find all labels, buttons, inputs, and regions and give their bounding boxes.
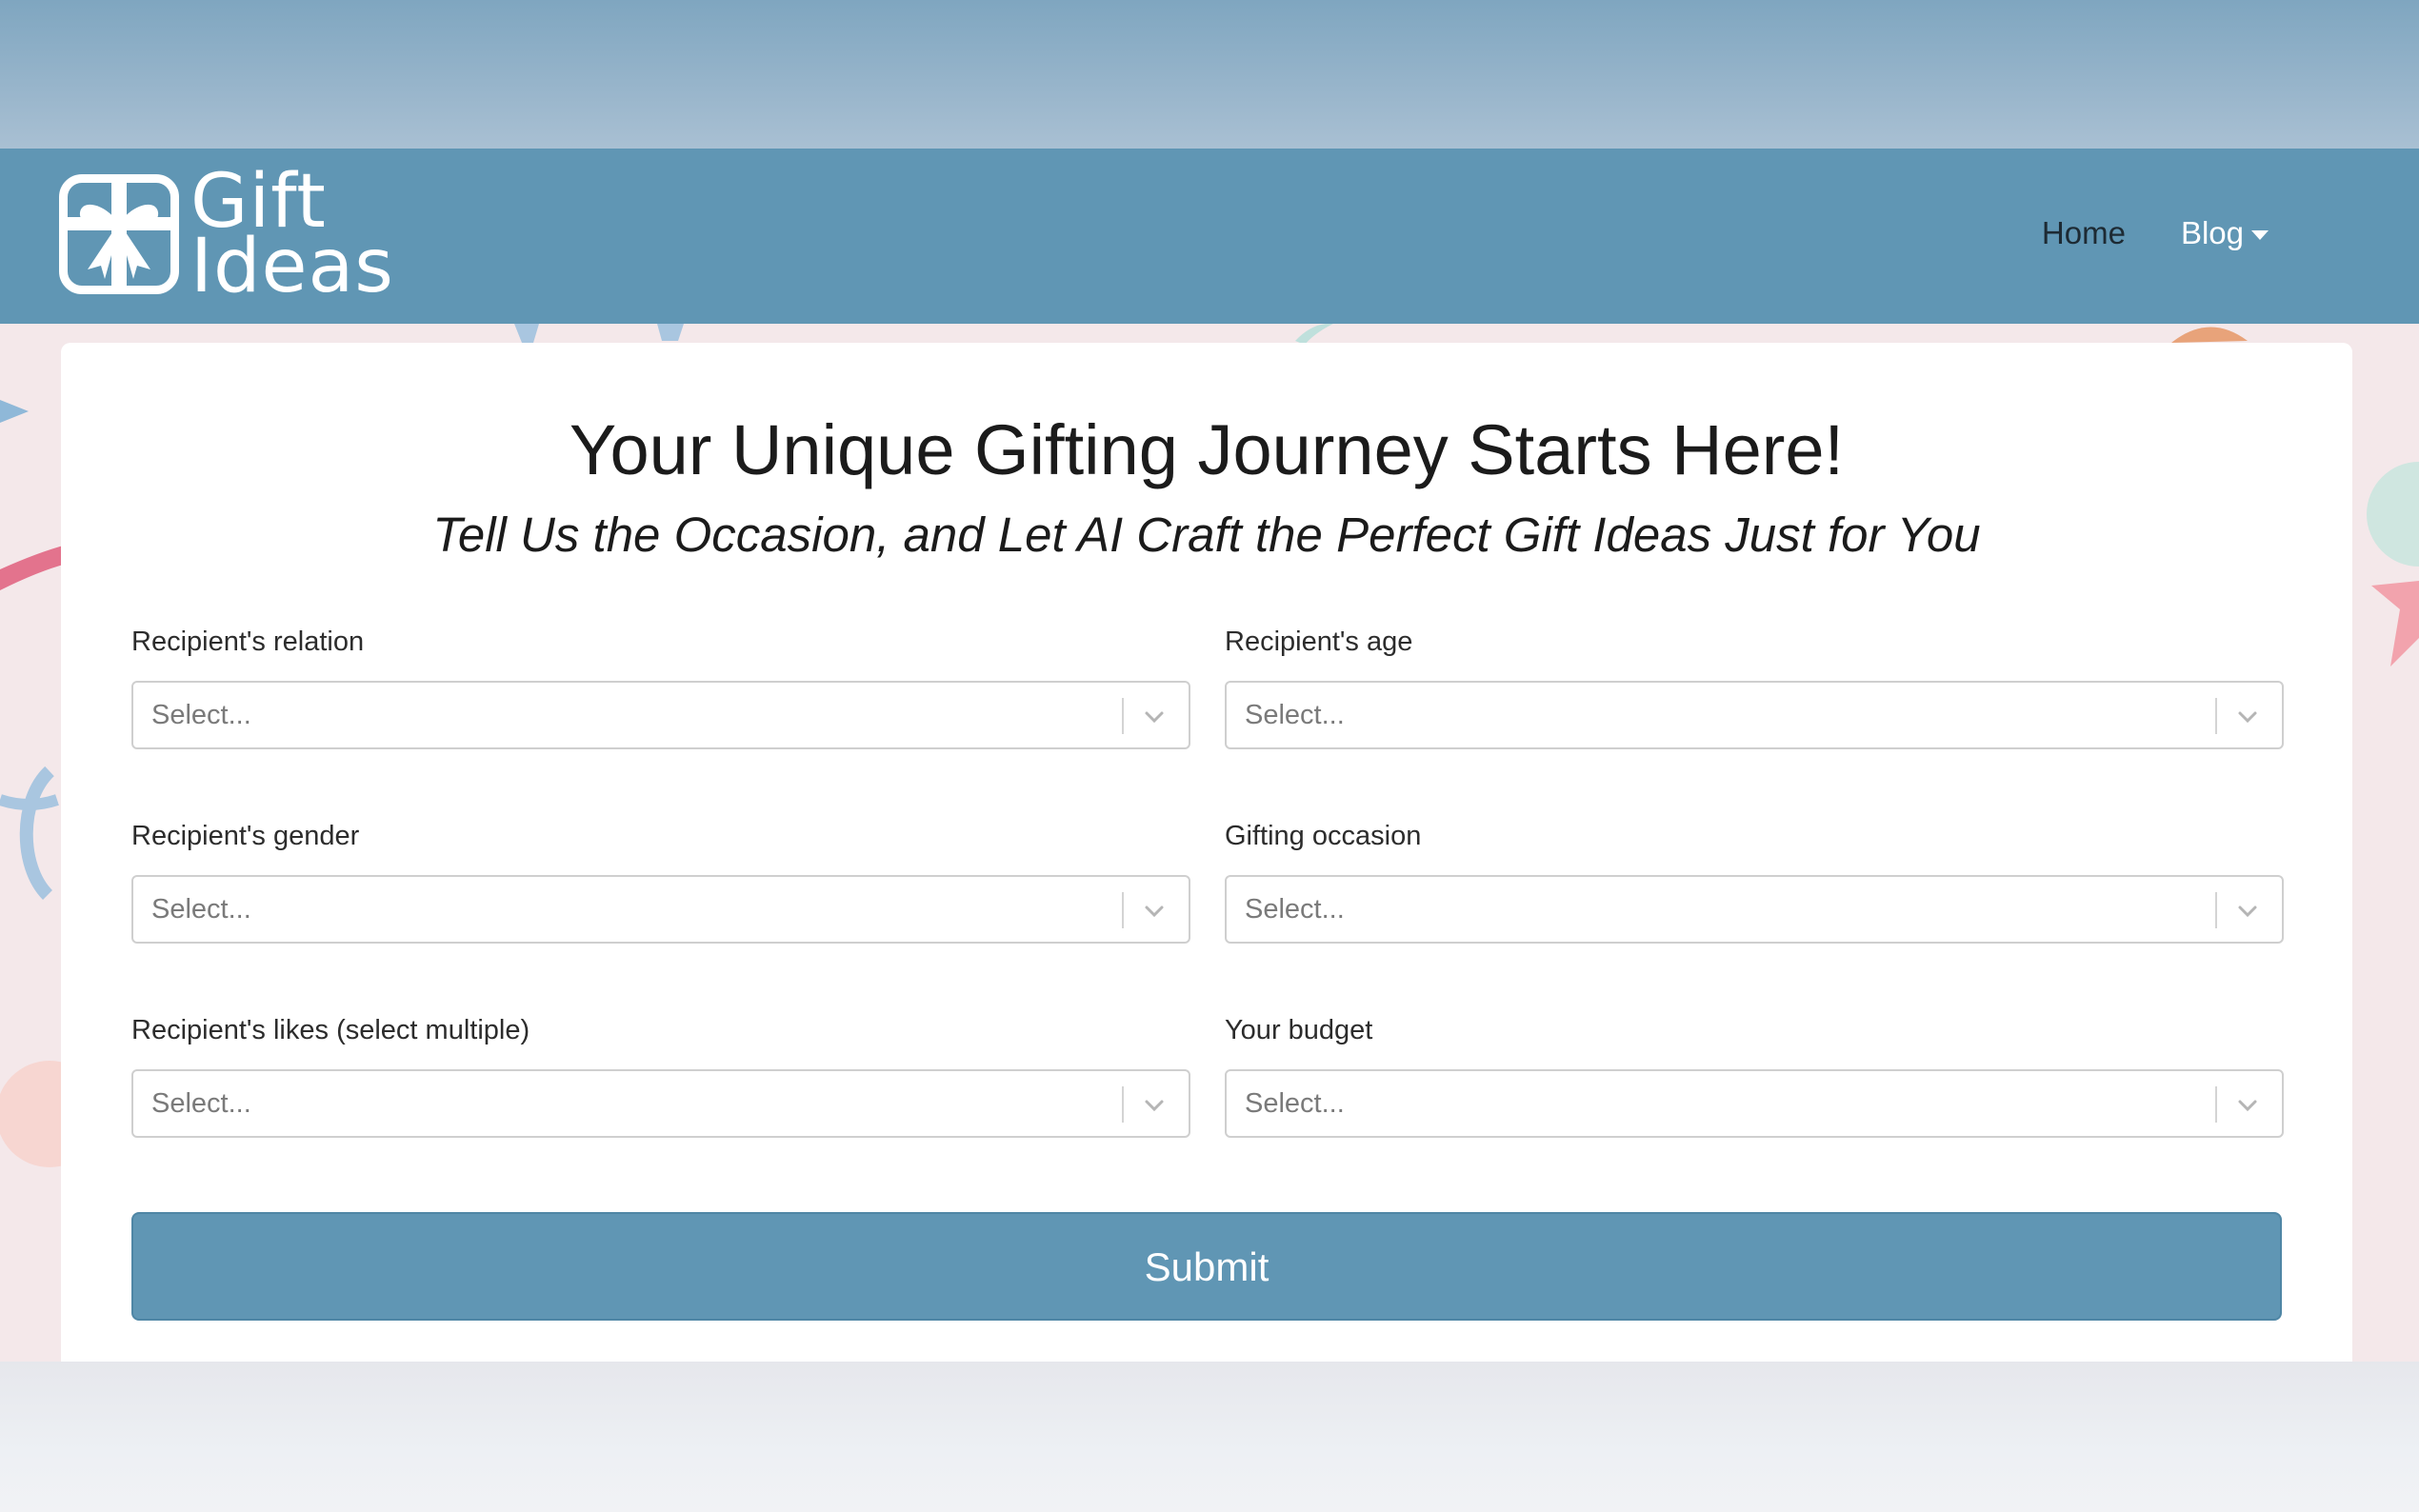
select-placeholder: Select... (151, 700, 251, 730)
select-separator (1122, 698, 1124, 734)
field-label: Recipient's gender (131, 821, 360, 851)
select-separator (2215, 1086, 2217, 1123)
chevron-down-icon[interactable] (1141, 704, 1168, 735)
select-placeholder: Select... (1245, 700, 1345, 730)
field-your-budget: Your budget Select... (1225, 1015, 2284, 1138)
select-separator (1122, 892, 1124, 928)
field-recipient-likes: Recipient's likes (select multiple) Sele… (131, 1015, 1190, 1138)
brand-logo[interactable]: Gift Ideas (59, 165, 411, 309)
caret-down-icon (2251, 230, 2269, 240)
recipient-relation-select[interactable]: Select... (131, 681, 1190, 749)
select-placeholder: Select... (151, 1088, 251, 1119)
select-separator (1122, 1086, 1124, 1123)
field-label: Gifting occasion (1225, 821, 1422, 851)
field-recipient-relation: Recipient's relation Select... (131, 627, 1190, 749)
select-separator (2215, 892, 2217, 928)
gift-box-logo-icon (59, 174, 179, 294)
gifting-occasion-select[interactable]: Select... (1225, 875, 2284, 944)
nav-home-link[interactable]: Home (2042, 215, 2126, 251)
chevron-down-icon[interactable] (2234, 1092, 2261, 1124)
select-separator (2215, 698, 2217, 734)
budget-select[interactable]: Select... (1225, 1069, 2284, 1138)
recipient-age-select[interactable]: Select... (1225, 681, 2284, 749)
chevron-down-icon[interactable] (2234, 898, 2261, 929)
chevron-down-icon[interactable] (1141, 898, 1168, 929)
field-label: Recipient's relation (131, 627, 365, 657)
field-recipient-gender: Recipient's gender Select... (131, 821, 1190, 944)
nav-links: Home Blog (2042, 209, 2269, 257)
chevron-down-icon[interactable] (1141, 1092, 1168, 1124)
gift-form-card: Your Unique Gifting Journey Starts Here!… (61, 343, 2352, 1362)
recipient-gender-select[interactable]: Select... (131, 875, 1190, 944)
logo-line-2: Ideas (190, 224, 394, 309)
field-gifting-occasion: Gifting occasion Select... (1225, 821, 2284, 944)
field-label: Recipient's likes (select multiple) (131, 1015, 530, 1045)
select-placeholder: Select... (151, 894, 251, 925)
bottom-banner (0, 1362, 2419, 1512)
logo-wordmark: Gift Ideas (190, 165, 394, 309)
page-subtitle: Tell Us the Occasion, and Let AI Craft t… (432, 507, 1981, 562)
top-banner (0, 0, 2419, 149)
field-recipient-age: Recipient's age Select... (1225, 627, 2284, 749)
nav-blog-label: Blog (2180, 215, 2244, 250)
chevron-down-icon[interactable] (2234, 704, 2261, 735)
field-label: Your budget (1225, 1015, 1373, 1045)
select-placeholder: Select... (1245, 1088, 1345, 1119)
select-placeholder: Select... (1245, 894, 1345, 925)
recipient-likes-select[interactable]: Select... (131, 1069, 1190, 1138)
nav-blog-dropdown[interactable]: Blog (2181, 215, 2269, 251)
submit-button[interactable]: Submit (131, 1212, 2282, 1321)
field-label: Recipient's age (1225, 627, 1413, 657)
page-title: Your Unique Gifting Journey Starts Here! (569, 410, 1845, 489)
